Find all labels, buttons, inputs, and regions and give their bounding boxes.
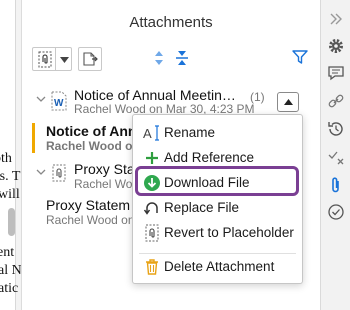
menu-item-label: Rename [164,125,216,140]
word-file-icon: W [51,91,67,111]
menu-item-rename[interactable]: A Rename [133,121,302,145]
paperclip-doc-icon [37,51,53,68]
attachment-menu-button[interactable] [277,92,299,112]
menu-item-label: Replace File [164,200,240,215]
doc-text-line: oth [0,151,12,166]
trash-icon [143,258,161,276]
history-icon[interactable] [327,120,345,138]
doc-text-line: atic [0,281,19,296]
placeholder-icon [143,224,161,242]
check-x-icon[interactable] [327,148,345,166]
svg-text:W: W [54,98,64,109]
menu-separator [139,253,296,254]
menu-item-delete-attachment[interactable]: Delete Attachment [133,255,302,279]
download-highlight-outline [135,166,299,196]
triangle-up-icon [284,99,293,105]
doc-text-line: will [0,187,20,202]
doc-text-line: al N [0,263,22,278]
import-document-icon [83,51,98,67]
chevron-down-icon[interactable] [36,169,46,176]
doc-text-line: rs. T [0,169,21,184]
rename-icon: A [143,124,161,142]
document-edge: oth rs. T will ent al N atic [0,0,22,310]
attachment-title[interactable]: Notice of Annual Meetin… [74,87,236,103]
comment-icon[interactable] [327,64,345,82]
attach-dropdown-button[interactable] [32,47,72,71]
document-scrollbar[interactable] [8,208,15,236]
collapse-all-icon[interactable] [175,49,189,67]
doc-text-line: ent [0,245,15,260]
attachment-title[interactable]: Proxy Statem [46,197,130,213]
menu-item-label: Delete Attachment [164,259,275,274]
double-chevron-right-icon[interactable] [327,10,345,28]
filter-icon[interactable] [292,49,308,65]
chevron-down-icon[interactable] [36,96,46,103]
right-sidebar [320,0,350,310]
menu-item-label: Add Reference [164,150,255,165]
attachment-title[interactable]: Notice of Ann [46,123,136,139]
svg-text:A: A [143,126,152,141]
selection-indicator [32,123,35,153]
chevron-down-icon [60,57,69,63]
import-document-button[interactable] [78,47,102,71]
replace-icon [143,199,161,217]
panel-title: Attachments [129,14,213,31]
attachment-meta: Rachel Wood on [46,213,135,227]
menu-item-revert-to-placeholder[interactable]: Revert to Placeholder [133,221,302,245]
document-page: oth rs. T will ent al N atic [0,0,21,310]
menu-item-replace-file[interactable]: Replace File [133,196,302,220]
add-icon [143,149,161,167]
attachment-context-menu: A Rename Add Reference Download File Rep… [132,114,303,284]
sort-icon[interactable] [153,50,165,66]
menu-item-label: Revert to Placeholder [164,225,294,240]
attachment-meta: Rachel Wood on [46,139,140,153]
link-icon[interactable] [327,92,345,110]
paperclip-icon[interactable] [327,176,345,194]
placeholder-file-icon [51,164,67,182]
check-circle-icon[interactable] [327,203,345,221]
gear-icon[interactable] [327,37,345,55]
